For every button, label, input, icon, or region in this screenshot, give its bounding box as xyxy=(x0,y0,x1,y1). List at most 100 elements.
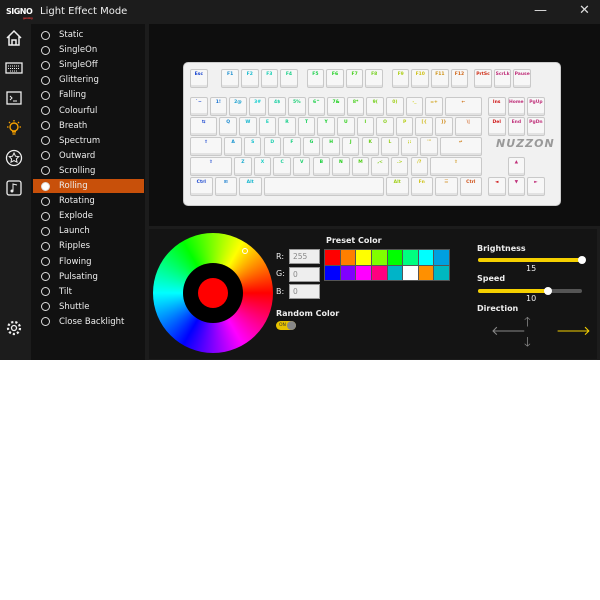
key: I xyxy=(356,117,375,136)
key: F2 xyxy=(240,69,259,88)
radio-icon[interactable] xyxy=(41,272,50,282)
speed-label: Speed xyxy=(477,274,506,283)
radio-icon[interactable] xyxy=(41,211,50,221)
mode-label: Ripples xyxy=(59,241,91,252)
radio-icon[interactable] xyxy=(41,121,50,131)
mode-label: Rotating xyxy=(59,196,95,207)
random-color-toggle[interactable]: ON xyxy=(276,321,296,330)
radio-icon[interactable] xyxy=(41,196,50,206)
preset-swatch[interactable] xyxy=(371,265,387,280)
radio-icon[interactable] xyxy=(41,257,50,266)
mode-item[interactable]: SingleOff xyxy=(33,58,144,72)
macro-icon[interactable] xyxy=(4,88,24,108)
preset-swatch[interactable] xyxy=(434,250,449,265)
keyboard-preview: NUZZON Esc F1 F2 F3 F4 F5 F6 F7 F8 F9 F10 F11 F12 Prt… xyxy=(183,62,561,206)
key: V xyxy=(292,157,311,176)
direction-left-icon[interactable]: 🡐 xyxy=(491,323,526,339)
mode-item[interactable]: Flowing xyxy=(33,255,144,269)
key: ► xyxy=(527,177,545,196)
g-input[interactable]: 0 xyxy=(289,267,320,282)
mode-item[interactable]: SingleOn xyxy=(33,43,144,57)
radio-icon[interactable] xyxy=(41,90,50,100)
keyboard-icon[interactable] xyxy=(4,58,24,78)
preset-swatch[interactable] xyxy=(340,250,356,265)
mode-item[interactable]: Explode xyxy=(33,209,144,223)
close-button[interactable]: ✕ xyxy=(579,3,590,18)
preset-swatch[interactable] xyxy=(403,265,418,280)
key: S xyxy=(243,137,262,156)
key: `~ xyxy=(190,97,208,116)
mode-item[interactable]: Static xyxy=(33,28,144,42)
mode-item[interactable]: Tilt xyxy=(33,285,144,299)
mode-item[interactable]: Launch xyxy=(33,224,144,238)
mode-item[interactable]: Rotating xyxy=(33,194,144,208)
key: F6 xyxy=(326,69,344,88)
radio-icon[interactable] xyxy=(41,45,50,55)
radio-icon[interactable] xyxy=(41,136,50,146)
star-icon[interactable] xyxy=(4,148,24,168)
mode-item[interactable]: Rolling xyxy=(33,179,144,193)
key: F8 xyxy=(365,69,383,88)
logo-subtext: gaming xyxy=(22,16,33,20)
mode-item[interactable]: Breath xyxy=(33,119,144,133)
preset-swatch[interactable] xyxy=(371,250,387,265)
preset-swatch[interactable] xyxy=(434,265,449,280)
mode-item[interactable]: Pulsating xyxy=(33,270,144,284)
mode-item[interactable]: Spectrum xyxy=(33,134,144,148)
radio-icon[interactable] xyxy=(41,60,50,70)
preset-swatch[interactable] xyxy=(356,265,371,280)
preset-swatch[interactable] xyxy=(387,265,403,280)
music-icon[interactable] xyxy=(4,178,24,198)
radio-icon[interactable] xyxy=(41,166,50,176)
b-input[interactable]: 0 xyxy=(289,284,320,299)
radio-icon[interactable] xyxy=(41,106,50,115)
color-wheel[interactable] xyxy=(153,233,273,353)
preset-swatch[interactable] xyxy=(325,250,340,265)
speed-slider[interactable] xyxy=(478,287,582,295)
preset-swatch[interactable] xyxy=(403,250,418,265)
radio-icon[interactable] xyxy=(41,302,50,312)
mode-item[interactable]: Glittering xyxy=(33,73,144,87)
mode-item[interactable]: Falling xyxy=(33,88,144,102)
mode-item[interactable]: Shuttle xyxy=(33,300,144,314)
radio-icon[interactable] xyxy=(41,317,50,327)
r-input[interactable]: 255 xyxy=(289,249,320,264)
home-icon[interactable] xyxy=(4,28,24,48)
radio-icon[interactable] xyxy=(41,241,50,251)
color-picker-handle[interactable] xyxy=(242,248,248,254)
preset-swatch[interactable] xyxy=(387,250,403,265)
key: 6^ xyxy=(307,97,326,116)
mode-label: SingleOff xyxy=(59,60,98,71)
radio-icon[interactable] xyxy=(41,151,50,161)
settings-icon[interactable] xyxy=(4,318,24,338)
mode-item[interactable]: Outward xyxy=(33,149,144,163)
light-bulb-icon[interactable] xyxy=(4,118,24,138)
key: Ctrl xyxy=(190,177,213,196)
preset-swatch[interactable] xyxy=(418,250,434,265)
g-label: G: xyxy=(276,269,285,278)
light-effect-mode-list: Static SingleOn SingleOff Glittering Falling… xyxy=(31,24,145,360)
brightness-slider[interactable] xyxy=(478,256,586,264)
mode-item[interactable]: Close Backlight xyxy=(33,315,144,329)
minimize-button[interactable]: — xyxy=(534,3,547,18)
radio-icon[interactable] xyxy=(41,226,50,236)
key: \| xyxy=(454,117,482,136)
radio-icon[interactable] xyxy=(41,287,50,297)
radio-icon[interactable] xyxy=(41,75,50,85)
preset-swatch[interactable] xyxy=(325,265,340,280)
mode-item[interactable]: Colourful xyxy=(33,104,144,118)
key: G xyxy=(302,137,321,156)
radio-icon[interactable] xyxy=(41,30,50,40)
preset-swatch[interactable] xyxy=(418,265,434,280)
mode-label: Static xyxy=(59,30,84,40)
key: ScrLk xyxy=(493,69,512,88)
mode-item[interactable]: Ripples xyxy=(33,239,144,253)
preset-swatch[interactable] xyxy=(340,265,356,280)
direction-right-icon[interactable]: 🡒 xyxy=(556,323,591,339)
preset-color-grid xyxy=(324,249,450,281)
radio-icon[interactable] xyxy=(41,181,50,191)
key: J xyxy=(341,137,360,156)
preset-swatch[interactable] xyxy=(356,250,371,265)
mode-item[interactable]: Scrolling xyxy=(33,164,144,178)
key: ☰ xyxy=(435,177,458,196)
